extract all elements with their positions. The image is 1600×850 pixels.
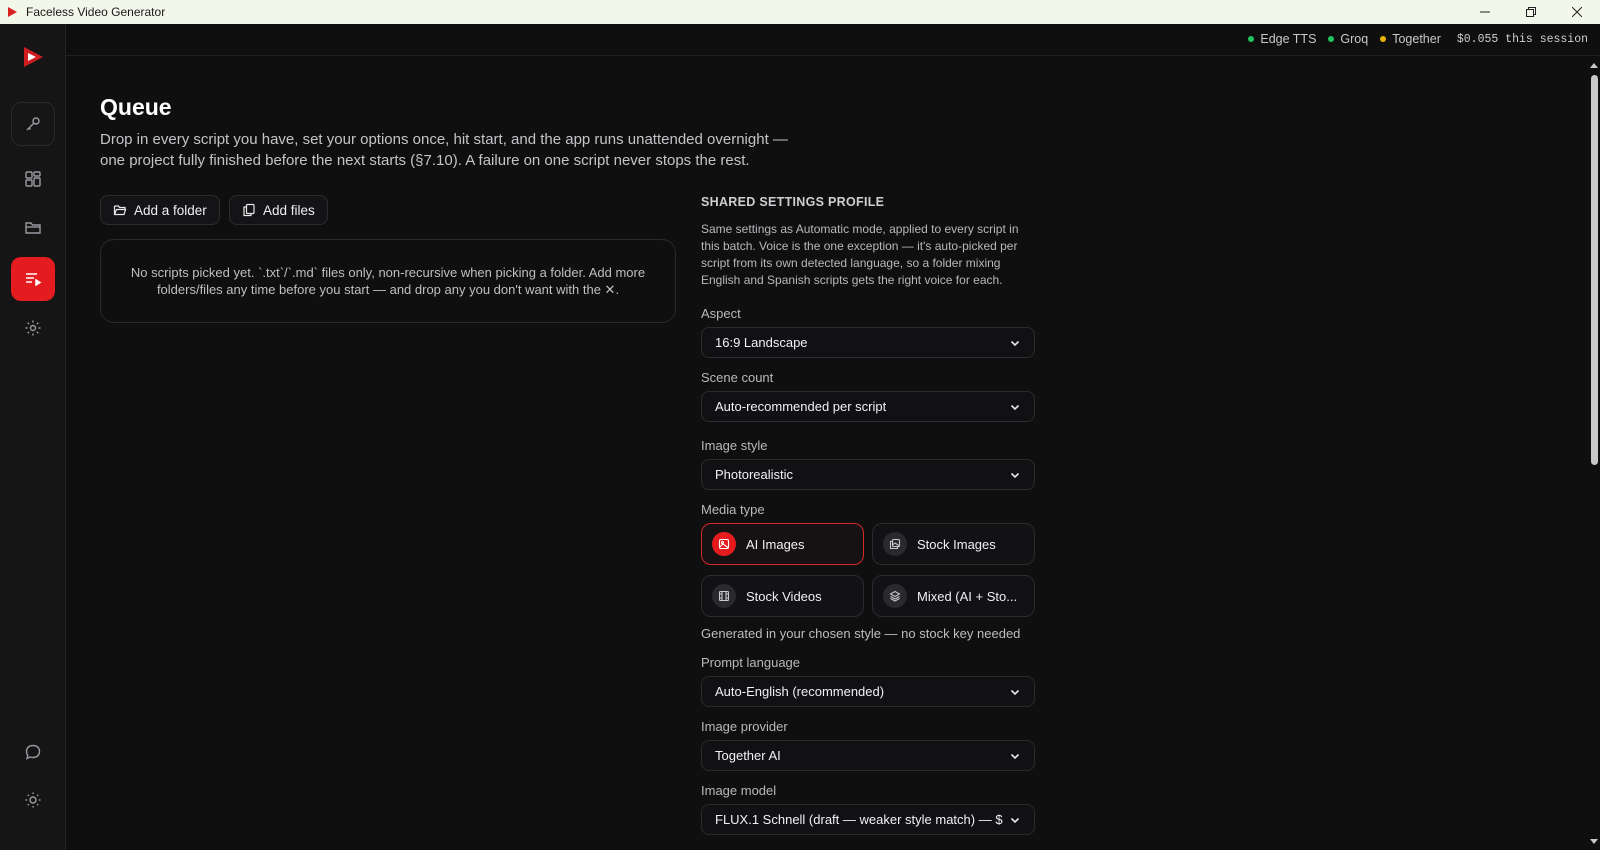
prompt-language-label: Prompt language [701,655,801,670]
media-option-label: Stock Images [917,536,996,552]
scene-count-label: Scene count [701,370,774,385]
sidebar [0,24,66,850]
film-icon [712,584,736,608]
image-icon [712,532,736,556]
media-type-hint: Generated in your chosen style — no stoc… [701,626,1021,641]
image-provider-value: Together AI [715,748,781,763]
media-option-label: AI Images [746,536,805,552]
add-folder-button[interactable]: Add a folder [100,195,220,225]
chevron-down-icon [1010,753,1020,759]
media-option-label: Mixed (AI + Sto... [917,588,1018,604]
chevron-down-icon [1010,340,1020,346]
chevron-down-icon [1010,404,1020,410]
images-stack-icon [883,532,907,556]
add-folder-label: Add a folder [134,202,207,218]
image-style-select[interactable]: Photorealistic [701,459,1035,490]
scrollbar-thumb[interactable] [1591,75,1598,465]
script-dropzone[interactable]: No scripts picked yet. `.txt`/`.md` file… [100,239,676,323]
minimize-icon [1480,11,1490,13]
prompt-language-value: Auto-English (recommended) [715,684,885,699]
media-option-mixed[interactable]: Mixed (AI + Sto... [872,575,1035,617]
files-copy-icon [243,203,255,217]
layers-icon [883,584,907,608]
grid-icon [25,171,41,187]
session-cost: $0.055 this session [1456,32,1588,46]
add-files-label: Add files [263,202,315,218]
sidebar-item-feedback[interactable] [11,730,55,774]
service-status-groq: Groq [1328,32,1368,46]
scene-count-value: Auto-recommended per script [715,399,887,414]
media-option-ai-images[interactable]: AI Images [701,523,864,565]
dropzone-empty-text: No scripts picked yet. `.txt`/`.md` file… [130,265,646,297]
status-dot [1380,36,1387,42]
image-model-label: Image model [701,783,777,798]
add-files-button[interactable]: Add files [229,195,328,225]
sidebar-item-projects[interactable] [11,206,55,250]
restore-icon [1526,7,1536,17]
aspect-value: 16:9 Landscape [715,335,808,350]
service-name: Together [1392,32,1441,46]
restore-button[interactable] [1508,0,1554,24]
image-provider-select[interactable]: Together AI [701,740,1035,771]
window-titlebar: Faceless Video Generator [0,0,1600,24]
prompt-language-select[interactable]: Auto-English (recommended) [701,676,1035,707]
sun-icon [25,792,41,808]
aspect-label: Aspect [701,306,741,321]
window-title: Faceless Video Generator [26,5,166,19]
close-icon [1572,7,1582,17]
gear-icon [25,320,41,336]
shared-settings-panel: SHARED SETTINGS PROFILE Same settings as… [701,190,1035,289]
status-bar: Edge TTS Groq Together $0.055 this sessi… [66,24,1600,56]
folder-icon [25,222,41,234]
image-style-value: Photorealistic [715,467,794,482]
media-option-stock-images[interactable]: Stock Images [872,523,1035,565]
page-title: Queue [100,94,172,120]
service-name: Groq [1340,32,1369,46]
page-description: Drop in every script you have, set your … [100,131,788,169]
sidebar-item-theme[interactable] [11,778,55,822]
queue-list-icon [26,273,42,287]
service-status-together: Together [1380,32,1441,46]
service-name: Edge TTS [1260,32,1317,46]
media-option-label: Stock Videos [746,588,822,604]
key-icon [26,117,40,131]
sidebar-item-keys[interactable] [11,102,55,146]
image-provider-label: Image provider [701,719,788,734]
chevron-down-icon [1010,472,1020,478]
close-button[interactable] [1554,0,1600,24]
chevron-down-icon [1010,817,1020,823]
scene-count-select[interactable]: Auto-recommended per script [701,391,1035,422]
scroll-down-icon[interactable] [1590,839,1598,844]
media-type-label: Media type [701,502,765,517]
sidebar-item-settings[interactable] [11,306,55,350]
image-model-select[interactable]: FLUX.1 Schnell (draft — weaker style mat… [701,804,1035,835]
media-option-stock-videos[interactable]: Stock Videos [701,575,864,617]
minimize-button[interactable] [1462,0,1508,24]
section-description: Same settings as Automatic mode, applied… [701,222,1019,287]
image-style-label: Image style [701,438,768,453]
sidebar-item-dashboard[interactable] [11,157,55,201]
sidebar-item-queue[interactable] [11,257,55,301]
page-scrollbar[interactable] [1588,57,1600,850]
play-logo-icon[interactable] [20,44,46,70]
app-logo-icon [8,7,17,17]
folder-open-icon [113,205,127,216]
aspect-select[interactable]: 16:9 Landscape [701,327,1035,358]
section-title: SHARED SETTINGS PROFILE [701,195,885,209]
chevron-down-icon [1010,689,1020,695]
image-model-value: FLUX.1 Schnell (draft — weaker style mat… [715,812,1003,827]
scroll-up-icon[interactable] [1590,63,1598,68]
service-status-edge-tts: Edge TTS [1248,32,1316,46]
chat-bubble-icon [25,744,41,760]
status-dot [1328,36,1335,42]
status-dot [1248,36,1255,42]
